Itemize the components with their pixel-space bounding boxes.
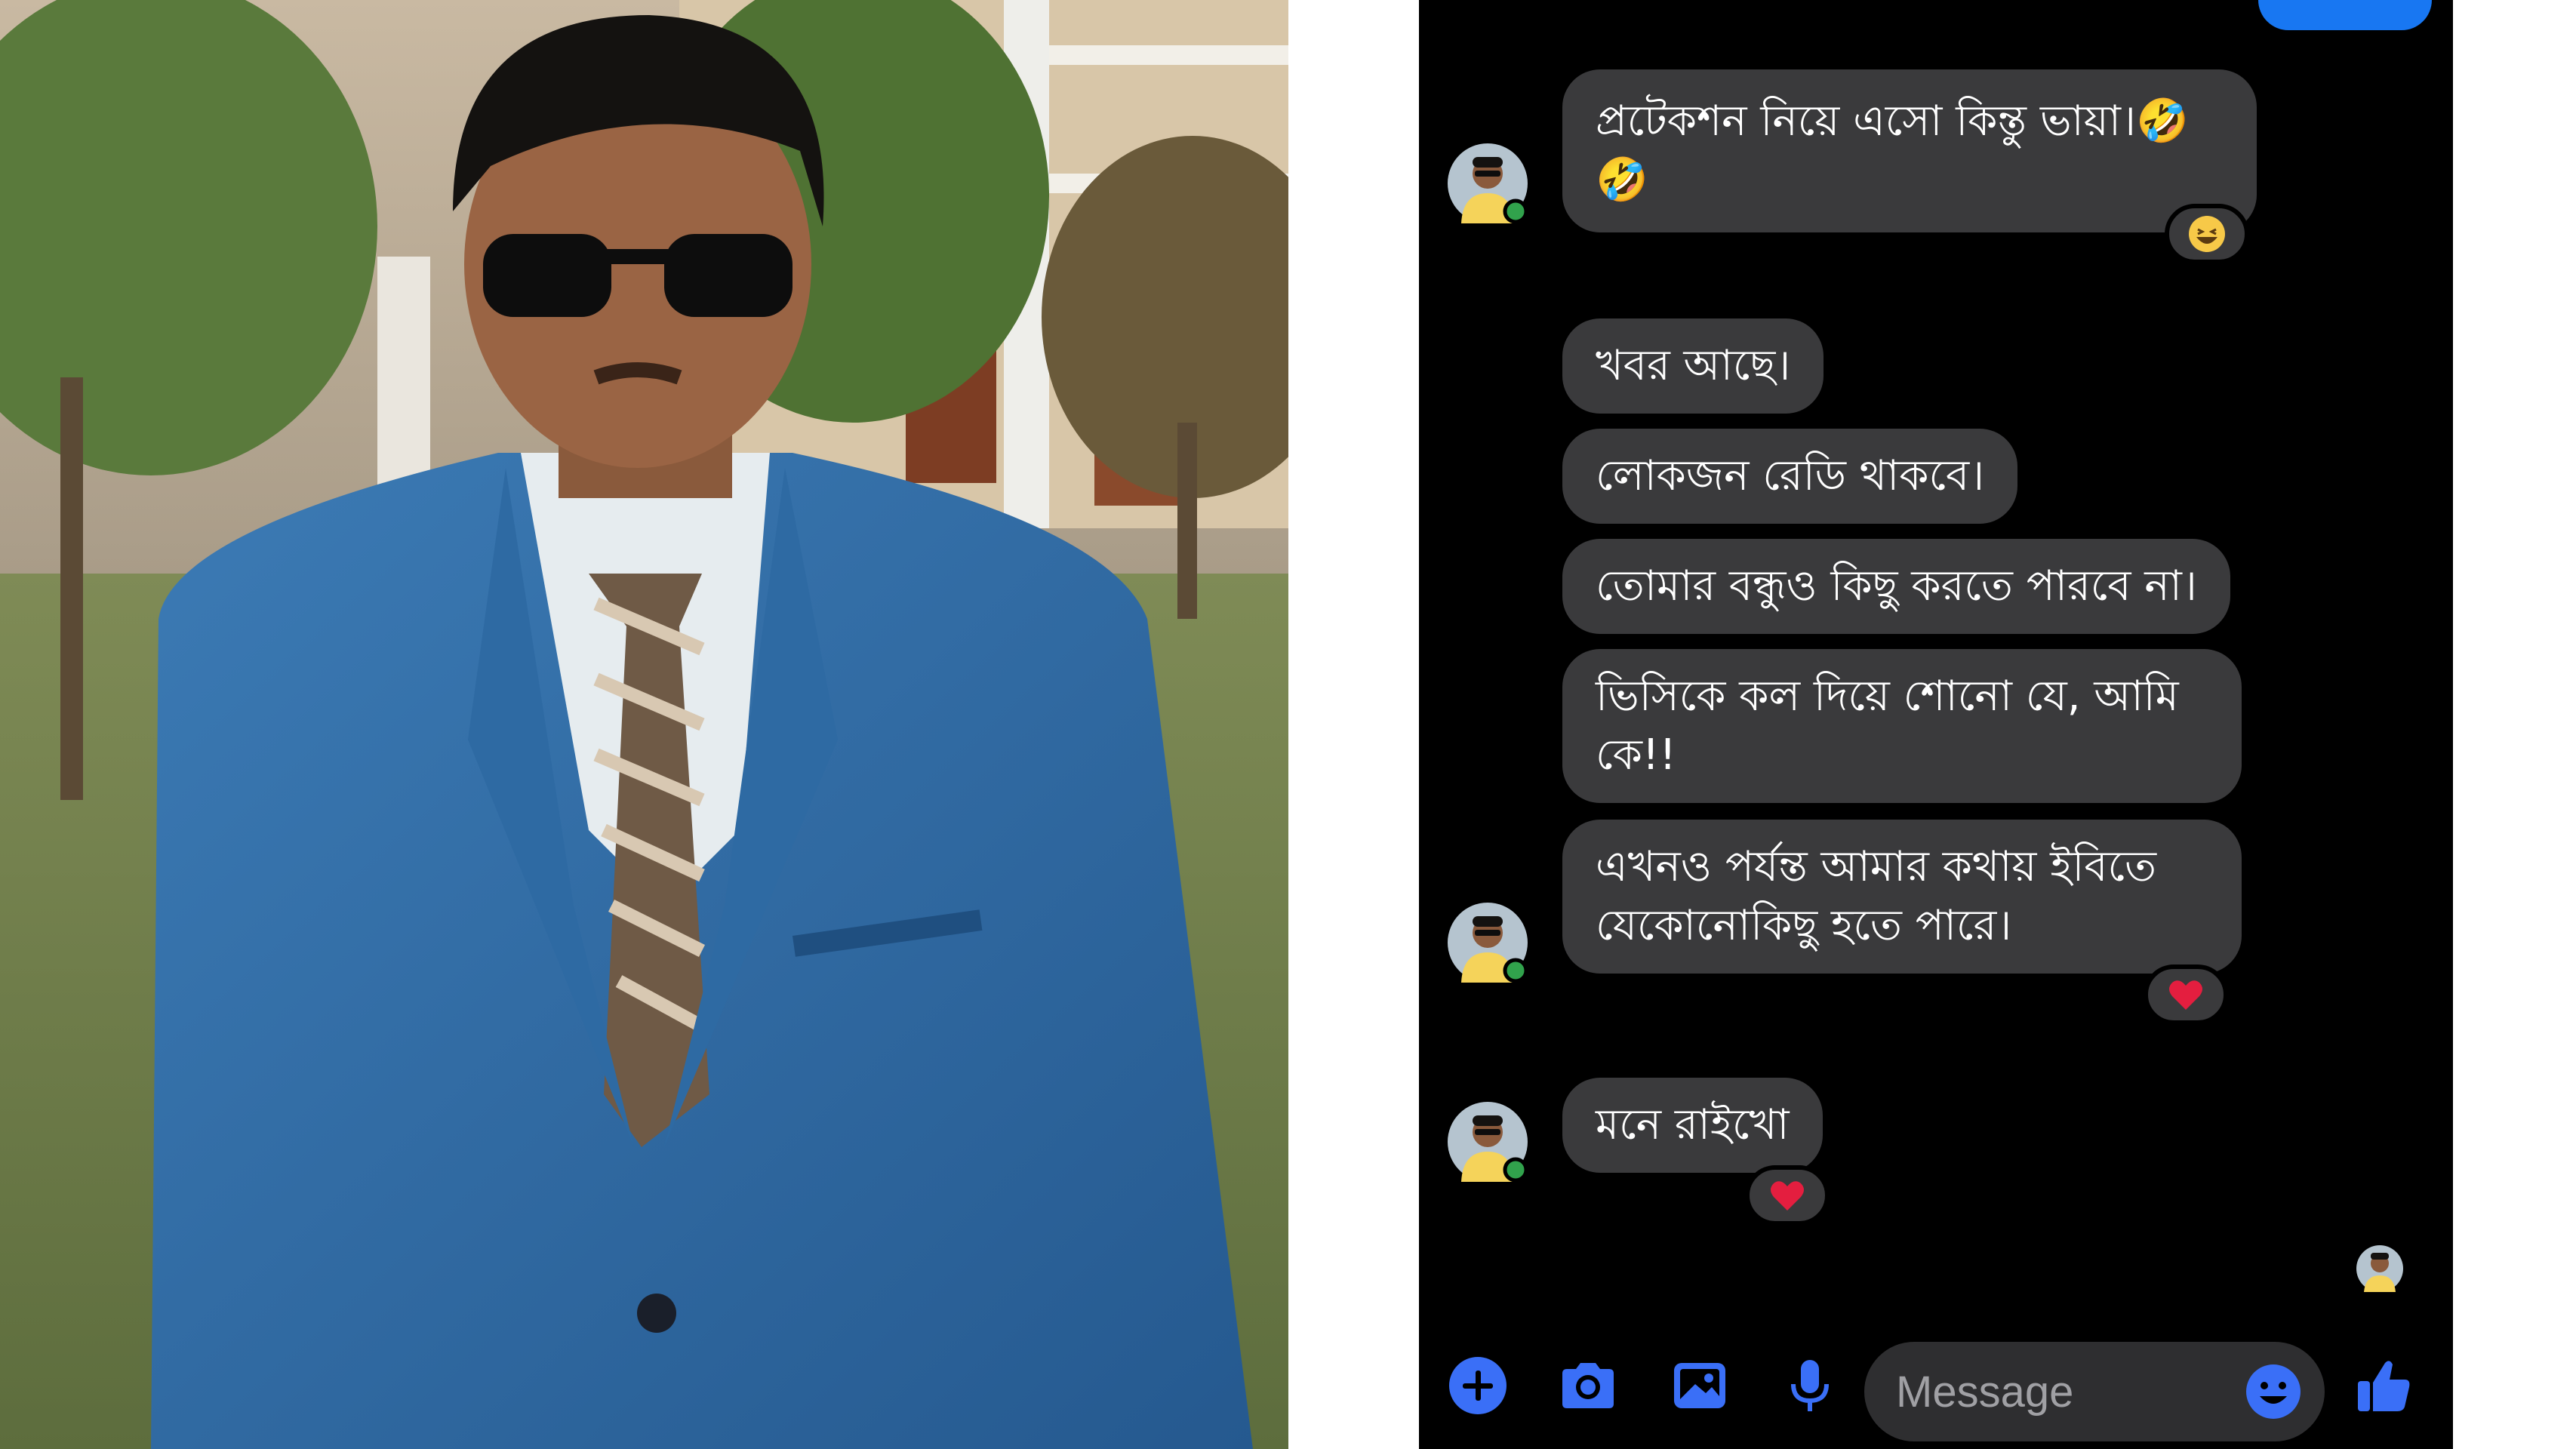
message-reaction[interactable] <box>2165 204 2249 264</box>
microphone-button[interactable] <box>1775 1351 1845 1420</box>
message-reaction[interactable] <box>2144 964 2228 1025</box>
chat-panel: প্রটেকশন নিয়ে এসো কিন্তু ভায়া।🤣🤣 খবর আ… <box>1419 0 2453 1449</box>
message-text: ভিসিকে কল দিয়ে শোনো যে, আমি কে!! <box>1596 672 2179 780</box>
message-reaction[interactable] <box>1745 1165 1830 1226</box>
avatar-icon <box>1448 903 1528 983</box>
message-text: প্রটেকশন নিয়ে এসো কিন্তু ভায়া।🤣🤣 <box>1596 97 2189 205</box>
seen-avatar <box>2356 1245 2403 1292</box>
gallery-button[interactable] <box>1665 1351 1734 1420</box>
message-text: খবর আছে। <box>1596 341 1791 390</box>
message-input-container[interactable] <box>1864 1342 2325 1441</box>
camera-button[interactable] <box>1553 1351 1623 1420</box>
emoji-button[interactable] <box>2243 1361 2304 1422</box>
contact-avatar[interactable] <box>1448 903 1528 983</box>
thumbs-up-icon <box>2358 1361 2410 1411</box>
message-text: মনে রাইখো <box>1596 1100 1790 1149</box>
camera-icon <box>1562 1363 1614 1408</box>
avatar-icon <box>1448 1102 1528 1183</box>
message-bubble[interactable]: ভিসিকে কল দিয়ে শোনো যে, আমি কে!! <box>1562 649 2242 803</box>
add-button[interactable] <box>1443 1351 1513 1420</box>
laughing-emoji-icon <box>2189 216 2225 252</box>
message-bubble[interactable]: এখনও পর্যন্ত আমার কথায় ইবিতে যেকোনোকিছু… <box>1562 820 2242 974</box>
seen-avatar-icon <box>2356 1245 2403 1292</box>
microphone-icon <box>1791 1360 1829 1411</box>
message-text: এখনও পর্যন্ত আমার কথায় ইবিতে যেকোনোকিছু… <box>1596 842 2157 950</box>
message-bubble[interactable]: তোমার বন্ধুও কিছু করতে পারবে না। <box>1562 539 2230 634</box>
message-input[interactable] <box>1896 1360 2228 1423</box>
photo-illustration <box>0 0 1288 1449</box>
sent-message-bubble-partial <box>2258 0 2432 30</box>
message-text: তোমার বন্ধুও কিছু করতে পারবে না। <box>1596 561 2197 611</box>
plus-icon <box>1449 1357 1507 1414</box>
message-bubble[interactable]: খবর আছে। <box>1562 318 1824 414</box>
message-bubble[interactable]: মনে রাইখো <box>1562 1078 1823 1173</box>
contact-avatar[interactable] <box>1448 1102 1528 1183</box>
message-bubble[interactable]: প্রটেকশন নিয়ে এসো কিন্তু ভায়া।🤣🤣 <box>1562 69 2257 232</box>
profile-photo <box>0 0 1288 1449</box>
avatar-icon <box>1448 143 1528 224</box>
message-bubble[interactable]: লোকজন রেডি থাকবে। <box>1562 429 2018 524</box>
emoji-icon <box>2246 1364 2301 1419</box>
contact-avatar[interactable] <box>1448 143 1528 224</box>
gallery-icon <box>1674 1363 1725 1408</box>
like-button[interactable] <box>2349 1351 2418 1420</box>
heart-emoji-icon <box>1771 1181 1804 1211</box>
message-text: লোকজন রেডি থাকবে। <box>1596 451 1985 500</box>
heart-emoji-icon <box>2169 980 2202 1010</box>
